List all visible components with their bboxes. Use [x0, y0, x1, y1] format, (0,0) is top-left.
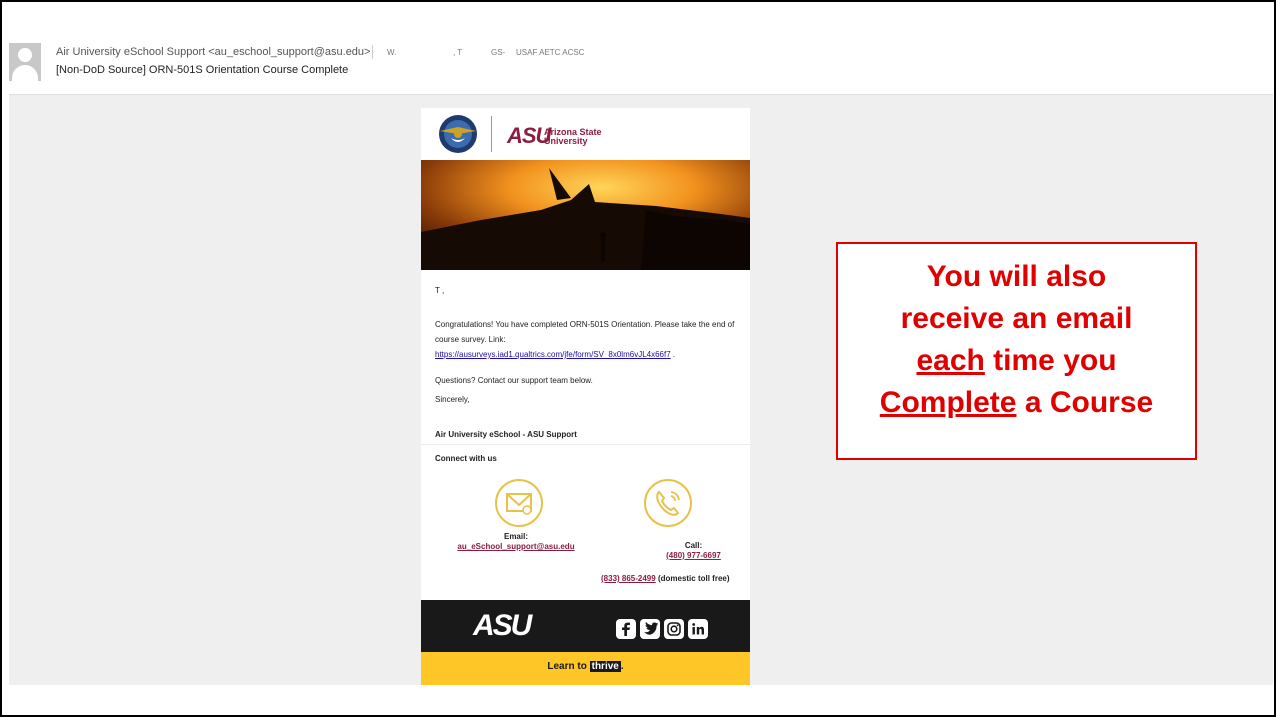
callout-line4-rest: a Course [1016, 386, 1154, 419]
callout-line3: each time you [838, 344, 1195, 378]
hero-aircraft-image [421, 160, 750, 270]
email-sender[interactable]: Air University eSchool Support <au_escho… [56, 46, 370, 58]
callout-line4: Complete a Course [838, 386, 1195, 420]
email-card: ASU Arizona State University T , Congrat… [421, 108, 750, 685]
header-divider [372, 45, 373, 59]
asu-name-line2: University [544, 136, 588, 146]
phone-icon[interactable] [643, 478, 693, 528]
facebook-icon[interactable] [616, 619, 636, 639]
callout-emphasis-complete: Complete [879, 386, 1017, 419]
email-header: Air University eSchool Support <au_escho… [9, 9, 1273, 95]
survey-link[interactable]: https://ausurveys.iad1.qualtrics.com/jfe… [435, 350, 671, 359]
twitter-icon[interactable] [640, 619, 660, 639]
logo-divider [491, 116, 492, 152]
instagram-icon[interactable] [664, 619, 684, 639]
person-avatar-icon [9, 43, 41, 81]
phone-tollfree-link[interactable]: (833) 865-2499 [601, 574, 656, 583]
tagline-thrive: thrive [589, 661, 621, 672]
recipient-w: W. [387, 48, 397, 57]
support-email-link[interactable]: au_eSchool_support@asu.edu [421, 542, 611, 551]
body-suffix: . [670, 350, 676, 359]
linkedin-icon[interactable] [688, 619, 708, 639]
signature: Air University eSchool - ASU Support [435, 430, 577, 439]
recipient-gs: GS- [491, 48, 506, 57]
questions-text: Questions? Contact our support team belo… [435, 376, 593, 385]
logo-banner: ASU Arizona State University [421, 108, 750, 160]
callout-line3-rest: time you [984, 344, 1117, 377]
tagline-suffix: . [620, 661, 624, 672]
tollfree-line: (833) 865-2499 (domestic toll free) [601, 574, 730, 583]
asu-footer-logo: ASU [473, 609, 532, 642]
body-paragraph: Congratulations! You have completed ORN-… [435, 317, 735, 362]
callout-line1: You will also [926, 260, 1107, 293]
call-label: Call: [684, 541, 703, 550]
card-divider [421, 444, 750, 445]
air-university-seal-icon [439, 115, 477, 153]
email-label: Email: [503, 532, 528, 541]
tagline-prefix: Learn to [547, 661, 590, 672]
email-subject: [Non-DoD Source] ORN-501S Orientation Co… [56, 64, 349, 76]
tagline: Learn to thrive. [421, 661, 750, 672]
greeting: T , [435, 286, 445, 295]
sincerely-text: Sincerely, [435, 395, 470, 404]
recipient-t: , T [453, 48, 463, 57]
recipient-org: USAF AETC ACSC [516, 48, 585, 57]
callout-box: You will also receive an email each time… [836, 242, 1197, 460]
callout-emphasis-each: each [916, 344, 985, 377]
phone-primary-link[interactable]: (480) 977-6697 [626, 551, 750, 560]
connect-heading: Connect with us [435, 454, 497, 463]
envelope-icon[interactable] [494, 478, 544, 528]
body-text: Congratulations! You have completed ORN-… [435, 320, 735, 344]
tollfree-suffix: (domestic toll free) [655, 574, 730, 583]
callout-line2: receive an email [900, 302, 1133, 335]
